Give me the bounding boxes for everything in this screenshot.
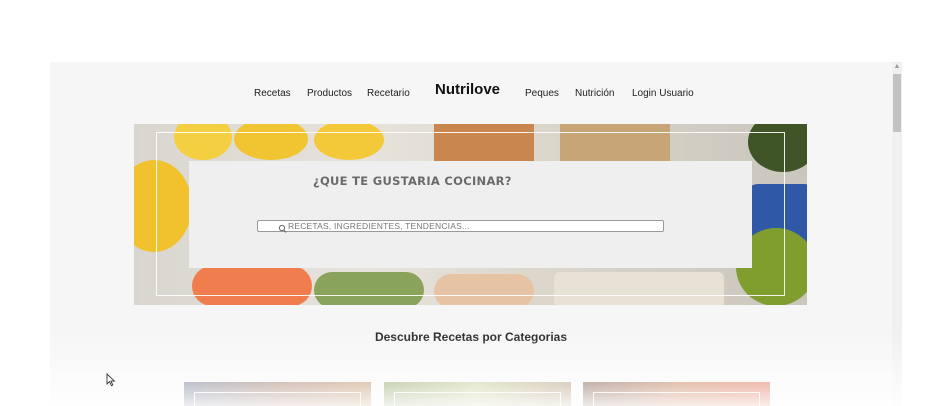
category-card[interactable] <box>583 382 770 406</box>
browser-viewport: Recetas Productos Recetario Nutrilove Pe… <box>50 62 892 406</box>
search-card: ¿QUE TE GUSTARIA COCINAR? RECETAS, INGRE… <box>189 161 752 268</box>
category-card-frame <box>194 392 361 406</box>
hero-banner: ¿QUE TE GUSTARIA COCINAR? RECETAS, INGRE… <box>134 124 807 305</box>
categories-heading: Descubre Recetas por Categorias <box>374 330 568 344</box>
brand-logo[interactable]: Nutrilove <box>435 81 500 98</box>
top-navigation: Recetas Productos Recetario Nutrilove Pe… <box>50 62 892 122</box>
nav-link-recetas[interactable]: Recetas <box>254 88 291 99</box>
search-card-title: ¿QUE TE GUSTARIA COCINAR? <box>313 174 512 188</box>
nav-link-productos[interactable]: Productos <box>307 88 352 99</box>
search-icon <box>278 221 287 233</box>
category-card-frame <box>593 392 760 406</box>
search-input[interactable]: RECETAS, INGREDIENTES, TENDENCIAS... <box>257 220 664 233</box>
search-placeholder: RECETAS, INGREDIENTES, TENDENCIAS... <box>288 221 470 231</box>
nav-link-nutricion[interactable]: Nutrición <box>575 88 614 99</box>
nav-link-recetario[interactable]: Recetario <box>367 88 410 99</box>
category-card[interactable] <box>384 382 571 406</box>
nav-link-login-usuario[interactable]: Login Usuario <box>632 88 694 99</box>
nav-link-peques[interactable]: Peques <box>525 88 559 99</box>
scrollbar-thumb[interactable] <box>893 74 901 132</box>
category-card-frame <box>394 392 561 406</box>
mouse-cursor-icon <box>106 372 116 387</box>
scrollbar[interactable]: ▲ <box>892 62 902 406</box>
category-card[interactable] <box>184 382 371 406</box>
scroll-up-icon[interactable]: ▲ <box>893 63 901 71</box>
